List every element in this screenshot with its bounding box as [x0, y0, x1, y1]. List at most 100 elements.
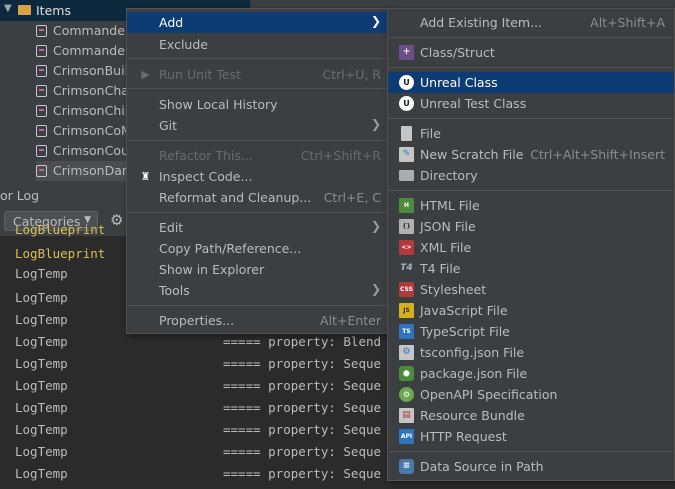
tree-item-label: CrimsonChar — [53, 83, 135, 98]
tree-item[interactable]: Commander — [36, 21, 136, 41]
log-message: ===== property: Blend — [223, 334, 382, 349]
log-message: ===== property: Seque — [223, 400, 382, 415]
menu-item-show-in-explorer[interactable]: Show in Explorer — [127, 259, 389, 280]
menu-item-reformat-cleanup[interactable]: Reformat and Cleanup... Ctrl+E, C — [127, 187, 389, 208]
gear-icon[interactable]: ⚙ — [110, 211, 123, 229]
tsconfig-icon: ⚙ — [399, 345, 414, 360]
log-line: LogTemp — [15, 290, 68, 312]
menu-item-label: Copy Path/Reference... — [159, 241, 302, 256]
menu-item-copy-path[interactable]: Copy Path/Reference... — [127, 238, 389, 259]
menu-separator — [389, 190, 673, 191]
menu-item-label: Git — [159, 118, 178, 133]
menu-item-unreal-class[interactable]: U Unreal Class — [388, 72, 674, 93]
tree-item[interactable]: CrimsonChip — [36, 101, 136, 121]
tree-item[interactable]: CrimsonChar — [36, 81, 136, 101]
menu-item-properties[interactable]: Properties... Alt+Enter — [127, 310, 389, 331]
menu-separator — [389, 451, 673, 452]
menu-separator — [128, 88, 388, 89]
api-icon: API — [399, 429, 414, 444]
menu-item-json-file[interactable]: {} JSON File — [388, 216, 674, 237]
js-file-icon: JS — [399, 303, 414, 318]
chevron-right-icon: ❯ — [370, 117, 381, 131]
menu-item-label: Refactor This... — [159, 148, 253, 163]
menu-item-tsconfig-json[interactable]: ⚙ tsconfig.json File — [388, 342, 674, 363]
scratch-file-icon: ✎ — [399, 147, 414, 162]
menu-item-label: XML File — [420, 240, 472, 255]
menu-item-label: Directory — [420, 168, 478, 183]
menu-separator — [128, 212, 388, 213]
output-log-tab[interactable]: or Log — [0, 185, 140, 208]
menu-item-typescript-file[interactable]: TS TypeScript File — [388, 321, 674, 342]
log-line: LogTemp — [15, 312, 68, 334]
tree-item[interactable]: CrimsonBuild — [36, 61, 136, 81]
file-icon — [401, 126, 412, 141]
menu-item-label: T4 File — [420, 261, 461, 276]
inspect-icon: ♜ — [140, 170, 151, 183]
menu-item-shortcut: Ctrl+E, C — [323, 190, 381, 205]
output-log-tab-label: or Log — [0, 188, 40, 203]
tree-item[interactable]: Commander — [36, 41, 136, 61]
tree-item[interactable]: CrimsonCoM — [36, 121, 136, 141]
menu-item-label: Resource Bundle — [420, 408, 525, 423]
menu-item-refactor-this[interactable]: Refactor This... Ctrl+Shift+R — [127, 145, 389, 166]
menu-separator — [389, 118, 673, 119]
menu-item-unreal-test-class[interactable]: U Unreal Test Class — [388, 93, 674, 114]
tree-item[interactable]: CrimsonCou — [36, 141, 136, 161]
menu-item-label: Inspect Code... — [159, 169, 253, 184]
log-line: LogTemp ===== property: Seque — [15, 378, 381, 400]
log-category: LogTemp — [15, 422, 68, 437]
menu-item-stylesheet[interactable]: CSS Stylesheet — [388, 279, 674, 300]
menu-item-class-struct[interactable]: + Class/Struct — [388, 42, 674, 63]
menu-item-show-local-history[interactable]: Show Local History — [127, 94, 389, 115]
menu-item-html-file[interactable]: H HTML File — [388, 195, 674, 216]
chevron-right-icon: ❯ — [370, 282, 381, 296]
menu-item-run-unit-test[interactable]: ▶ Run Unit Test Ctrl+U, R — [127, 64, 389, 85]
nodejs-icon: ⬢ — [399, 366, 414, 381]
menu-item-resource-bundle[interactable]: ▤ Resource Bundle — [388, 405, 674, 426]
menu-item-new-scratch-file[interactable]: ✎ New Scratch File Ctrl+Alt+Shift+Insert — [388, 144, 674, 165]
menu-item-label: Tools — [159, 283, 190, 298]
menu-item-package-json[interactable]: ⬢ package.json File — [388, 363, 674, 384]
menu-item-javascript-file[interactable]: JS JavaScript File — [388, 300, 674, 321]
menu-item-inspect-code[interactable]: ♜ Inspect Code... — [127, 166, 389, 187]
log-line: LogBlueprint — [15, 246, 105, 268]
log-line: LogTemp ===== property: Seque — [15, 466, 381, 488]
tree-item-label: CrimsonDam — [53, 163, 135, 178]
menu-item-label: Add Existing Item... — [420, 15, 543, 30]
menu-item-directory[interactable]: Directory — [388, 165, 674, 186]
menu-item-openapi-spec[interactable]: ⚙ OpenAPI Specification — [388, 384, 674, 405]
menu-item-add[interactable]: Add ❯ — [127, 12, 389, 33]
add-submenu: Add Existing Item... Alt+Shift+A + Class… — [387, 8, 675, 481]
blueprint-file-icon — [36, 125, 47, 137]
folder-icon — [18, 5, 31, 15]
menu-item-add-existing-item[interactable]: Add Existing Item... Alt+Shift+A — [388, 12, 674, 33]
menu-item-xml-file[interactable]: <> XML File — [388, 237, 674, 258]
log-category: LogBlueprint — [15, 222, 106, 237]
menu-item-exclude[interactable]: Exclude — [127, 34, 389, 55]
tree-root-label: Items — [36, 3, 71, 18]
menu-item-http-request[interactable]: API HTTP Request — [388, 426, 674, 447]
menu-item-git[interactable]: Git ❯ — [127, 115, 389, 136]
tree-item-label: Commander — [53, 23, 131, 38]
menu-item-label: TypeScript File — [420, 324, 510, 339]
log-category: LogTemp — [15, 356, 68, 371]
menu-item-label: Stylesheet — [420, 282, 487, 297]
menu-item-data-source-in-path[interactable]: ≡ Data Source in Path — [388, 456, 674, 477]
folder-icon — [399, 170, 414, 181]
menu-item-tools[interactable]: Tools ❯ — [127, 280, 389, 301]
log-line: LogTemp ===== property: Seque — [15, 356, 381, 378]
menu-item-t4-file[interactable]: T4 T4 File — [388, 258, 674, 279]
menu-item-label: HTTP Request — [420, 429, 507, 444]
menu-item-file[interactable]: File — [388, 123, 674, 144]
tree-item[interactable]: CrimsonDam — [36, 161, 136, 181]
menu-item-shortcut: Alt+Enter — [320, 313, 381, 328]
log-line: LogTemp ===== property: Seque — [15, 422, 381, 444]
menu-separator — [128, 305, 388, 306]
chevron-down-icon[interactable]: ▼ — [4, 3, 12, 14]
menu-item-edit[interactable]: Edit ❯ — [127, 217, 389, 238]
log-category: LogTemp — [15, 466, 68, 481]
openapi-icon: ⚙ — [399, 387, 414, 402]
log-line: LogTemp ===== property: Seque — [15, 400, 381, 422]
menu-item-label: Show Local History — [159, 97, 278, 112]
menu-item-label: Unreal Class — [420, 75, 498, 90]
